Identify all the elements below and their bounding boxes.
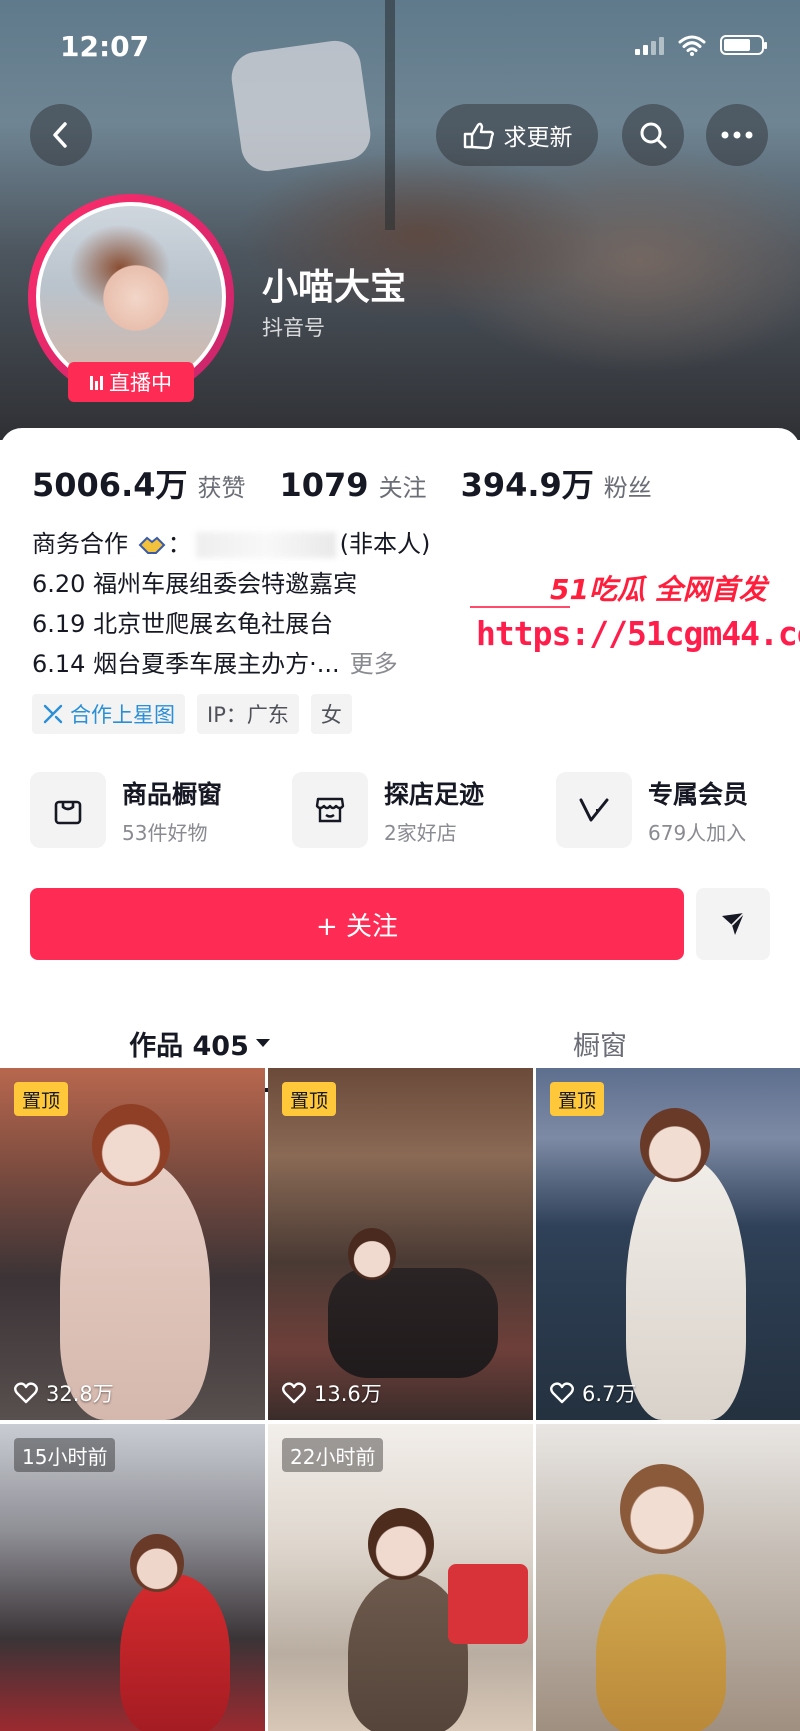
bio-business-note: (非本人) <box>339 530 431 558</box>
watermark-overlay: 51吃瓜 全网首发 https://51cgm44.com <box>470 568 800 668</box>
tag-label: 合作上星图 <box>70 703 175 727</box>
heart-icon <box>14 1382 38 1404</box>
pinned-badge: 置顶 <box>282 1082 337 1116</box>
star-map-icon <box>43 704 63 724</box>
heart-icon <box>550 1382 574 1404</box>
status-icons <box>635 34 767 56</box>
watermark-title: 51吃瓜 全网首发 <box>550 573 767 606</box>
video-thumbnail[interactable] <box>536 1424 800 1731</box>
service-shop-window[interactable]: 商品橱窗 53件好物 <box>30 770 222 850</box>
stat-value: 1079 <box>279 466 369 504</box>
service-subtitle: 679人加入 <box>648 820 747 845</box>
video-thumbnail[interactable]: 置顶 13.6万 <box>268 1068 533 1420</box>
thumbnail-head <box>620 1464 704 1554</box>
service-membership[interactable]: 专属会员 679人加入 <box>556 770 748 850</box>
service-title: 商品橱窗 <box>122 779 223 809</box>
service-subtitle: 53件好物 <box>122 820 208 845</box>
video-thumbnail[interactable]: 置顶 6.7万 <box>536 1068 800 1420</box>
search-icon <box>640 122 667 149</box>
tag-ip: IP：广东 <box>197 694 299 734</box>
bio-line-text: 6.14 烟台夏季车展主办方·... <box>32 650 340 678</box>
bio-more-link[interactable]: 更多 <box>350 650 398 678</box>
watermark-url: https://51cgm44.com <box>476 614 800 653</box>
pinned-badge: 置顶 <box>14 1082 69 1116</box>
video-thumbnail[interactable]: 15小时前 <box>0 1424 265 1731</box>
thumbnail-figure <box>626 1158 746 1420</box>
thumbnail-figure <box>120 1574 230 1731</box>
stat-following[interactable]: 1079 关注 <box>280 466 427 504</box>
post-time-badge: 22小时前 <box>282 1438 384 1472</box>
like-count-value: 13.6万 <box>314 1382 382 1406</box>
stat-label: 关注 <box>378 474 427 502</box>
stat-value: 5006.4万 <box>32 466 188 504</box>
back-button[interactable] <box>30 104 92 166</box>
signal-icon <box>635 35 664 55</box>
stat-label: 获赞 <box>197 474 246 502</box>
service-entries: 商品橱窗 53件好物 探店足迹 2家好店 专属会员 679人加入 <box>30 770 770 850</box>
thumbnail-head <box>348 1228 396 1280</box>
tag-gender: 女 <box>310 694 352 734</box>
handshake-emoji-icon <box>138 536 166 554</box>
search-button[interactable] <box>622 104 684 166</box>
request-update-button[interactable]: 求更新 <box>436 104 598 166</box>
live-badge[interactable]: 直播中 <box>68 362 194 402</box>
nickname: 小喵大宝 <box>262 267 407 308</box>
tag-star-map[interactable]: 合作上星图 <box>32 694 185 734</box>
video-thumbnail[interactable]: 置顶 32.8万 <box>0 1068 265 1420</box>
bio-business-label: 商务合作 <box>32 530 128 558</box>
thumbnail-pillow <box>448 1564 528 1644</box>
status-bar: 12:07 <box>0 0 800 90</box>
thumbnail-head <box>130 1534 184 1592</box>
like-count: 13.6万 <box>282 1378 382 1408</box>
bio-line: 商务合作 ： (非本人) <box>32 524 772 564</box>
wifi-icon <box>678 35 706 56</box>
thumbnail-head <box>368 1508 434 1580</box>
like-count-value: 6.7万 <box>582 1382 637 1406</box>
caret-down-icon <box>255 1039 270 1047</box>
shopping-bag-icon <box>30 772 106 848</box>
status-time: 12:07 <box>60 30 150 63</box>
post-time-badge: 15小时前 <box>14 1438 116 1472</box>
tag-label: 女 <box>320 703 342 727</box>
douyin-id[interactable]: 抖音号 <box>262 312 325 342</box>
profile-tags: 合作上星图 IP：广东 女 <box>32 694 352 734</box>
like-count: 32.8万 <box>14 1378 114 1408</box>
stat-value: 394.9万 <box>460 466 594 504</box>
service-title: 探店足迹 <box>384 779 485 809</box>
send-arrow-icon <box>722 912 745 935</box>
thumbnail-head <box>92 1104 170 1186</box>
more-button[interactable] <box>706 104 768 166</box>
more-dots-icon <box>721 131 753 139</box>
pinned-badge: 置顶 <box>550 1082 605 1116</box>
battery-icon <box>720 35 767 55</box>
thumbnail-figure <box>328 1268 498 1378</box>
heart-icon <box>282 1382 306 1404</box>
live-bars-icon <box>90 374 103 390</box>
stat-likes[interactable]: 5006.4万 获赞 <box>32 460 246 506</box>
share-button[interactable] <box>696 888 770 960</box>
thumbnail-figure <box>596 1574 726 1731</box>
follow-button[interactable]: + 关注 <box>30 888 684 960</box>
live-label: 直播中 <box>109 371 172 395</box>
service-title: 专属会员 <box>648 779 749 809</box>
request-update-label: 求更新 <box>503 125 573 151</box>
like-count-value: 32.8万 <box>46 1382 114 1406</box>
thumbnail-head <box>640 1108 710 1182</box>
vip-v-icon <box>556 772 632 848</box>
stat-followers[interactable]: 394.9万 粉丝 <box>461 460 652 506</box>
store-icon <box>292 772 368 848</box>
tag-label: IP：广东 <box>207 703 289 727</box>
stat-label: 粉丝 <box>603 474 652 502</box>
service-subtitle: 2家好店 <box>384 820 457 845</box>
blurred-contact <box>195 532 336 558</box>
bio-colon: ： <box>167 530 192 558</box>
profile-stats: 5006.4万 获赞 1079 关注 394.9万 粉丝 <box>32 460 652 506</box>
like-count: 6.7万 <box>550 1378 636 1408</box>
service-store-visits[interactable]: 探店足迹 2家好店 <box>292 770 484 850</box>
chevron-left-icon <box>53 122 67 148</box>
hand-point-icon <box>463 122 494 150</box>
tab-works-label: 作品 405 <box>129 1030 249 1062</box>
video-thumbnail[interactable]: 22小时前 <box>268 1424 533 1731</box>
